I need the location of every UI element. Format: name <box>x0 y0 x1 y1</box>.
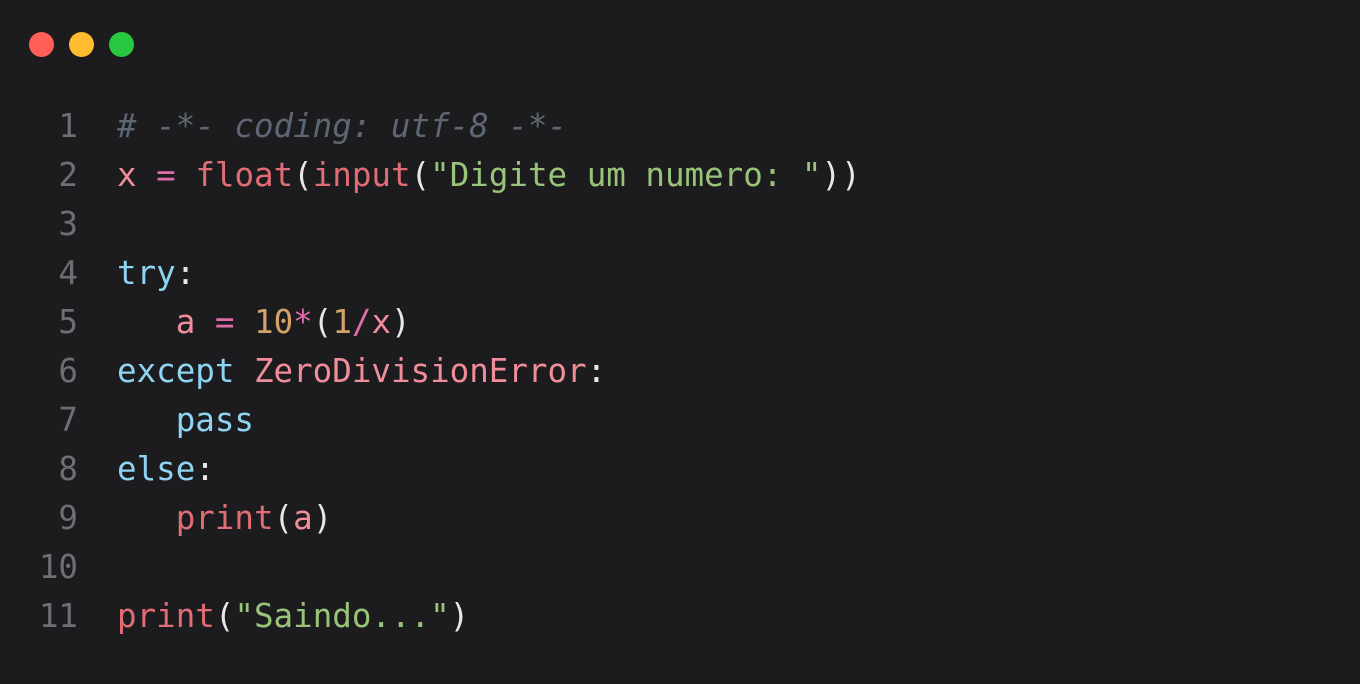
code-token: = <box>214 303 235 341</box>
line-number: 8 <box>58 450 78 488</box>
line-number: 9 <box>58 499 78 537</box>
code-line: 10 <box>0 543 1360 592</box>
line-source: print("Saindo...") <box>117 592 469 641</box>
code-token: # -*- coding: utf-8 -*- <box>117 107 568 145</box>
code-token: a <box>175 303 196 341</box>
code-editor[interactable]: 1 # -*- coding: utf-8 -*- 2 x = float(input… <box>0 102 1360 641</box>
code-token: else <box>117 450 196 488</box>
code-token: "Saindo..." <box>234 597 450 635</box>
code-token: float <box>195 156 294 194</box>
window-controls <box>29 32 134 57</box>
code-token: ( <box>293 156 313 194</box>
code-token: = <box>156 156 176 194</box>
code-line: 3 <box>0 200 1360 249</box>
code-token: ( <box>410 156 431 194</box>
code-line: 8 else: <box>0 445 1360 494</box>
line-source: else: <box>117 445 215 494</box>
code-line: 6 except ZeroDivisionError: <box>0 347 1360 396</box>
code-line: 11 print("Saindo...") <box>0 592 1360 641</box>
line-source: try: <box>117 249 195 298</box>
code-token: a <box>293 499 313 537</box>
code-token: print <box>175 499 274 537</box>
code-token: ZeroDivisionError <box>253 352 587 390</box>
line-source: print(a) <box>117 494 333 543</box>
code-token: 10 <box>254 303 294 341</box>
line-number: 4 <box>58 254 78 292</box>
code-token: "Digite um numero: " <box>430 156 822 194</box>
code-token: )) <box>821 156 861 194</box>
code-line: 9 print(a) <box>0 494 1360 543</box>
line-number: 5 <box>58 303 78 341</box>
line-number: 7 <box>58 401 78 439</box>
code-token: try <box>117 254 176 292</box>
minimize-button[interactable] <box>69 32 94 57</box>
line-number: 3 <box>58 205 78 243</box>
line-source: except ZeroDivisionError: <box>117 347 606 396</box>
close-button[interactable] <box>29 32 54 57</box>
line-source: # -*- coding: utf-8 -*- <box>117 102 567 151</box>
code-token: * <box>293 303 313 341</box>
code-token: / <box>351 303 372 341</box>
code-line: 2x = float(input("Digite um numero: ")) <box>0 151 1360 200</box>
code-token: ) <box>449 597 470 635</box>
code-token: x <box>371 303 392 341</box>
code-token: : <box>586 352 607 390</box>
code-window: 1 # -*- coding: utf-8 -*- 2 x = float(input… <box>0 0 1360 684</box>
line-number: 11 <box>38 597 78 635</box>
line-number: 1 <box>58 107 78 145</box>
code-line: 7 pass <box>0 396 1360 445</box>
line-source: a = 10*(1/x) <box>117 298 411 347</box>
code-token: ( <box>273 499 294 537</box>
code-token: ) <box>391 303 411 341</box>
line-number: 2 <box>58 156 78 194</box>
code-token: pass <box>175 401 254 439</box>
code-token: x <box>117 156 137 194</box>
line-number: 10 <box>38 548 78 586</box>
code-line: 1 # -*- coding: utf-8 -*- <box>0 102 1360 151</box>
code-token: print <box>117 597 215 635</box>
line-source: pass <box>117 396 254 445</box>
code-token: : <box>175 254 196 292</box>
code-token: except <box>117 352 235 390</box>
code-token: : <box>195 450 215 488</box>
code-line: 5 a = 10*(1/x) <box>0 298 1360 347</box>
maximize-button[interactable] <box>109 32 134 57</box>
line-source: x = float(input("Digite um numero: ")) <box>117 151 861 200</box>
code-token: 1 <box>332 303 352 341</box>
code-token: input <box>312 156 411 194</box>
code-line: 4 try: <box>0 249 1360 298</box>
code-token: ( <box>312 303 333 341</box>
code-token: ( <box>214 597 235 635</box>
code-token: ) <box>312 499 333 537</box>
line-number: 6 <box>58 352 78 390</box>
